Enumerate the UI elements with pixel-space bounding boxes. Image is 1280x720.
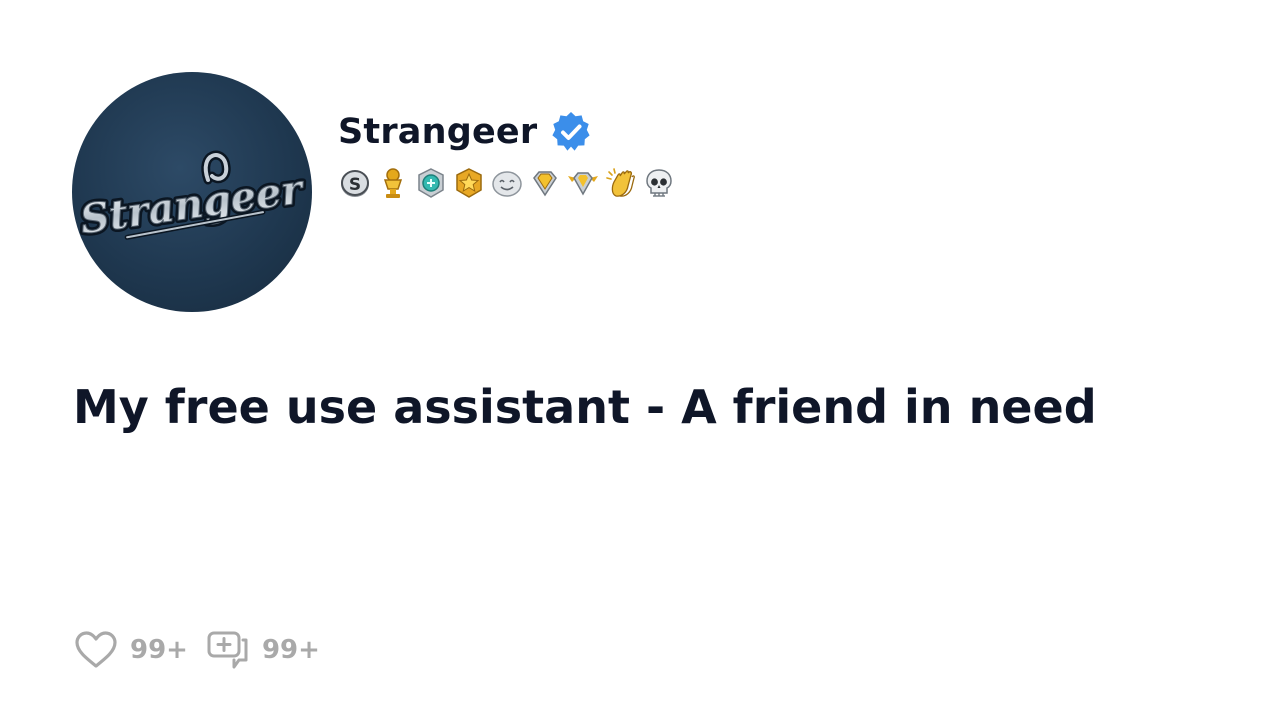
engagement-stats: 99+ 99+ bbox=[74, 628, 320, 672]
badge-row: S bbox=[338, 166, 676, 200]
skull-badge-icon[interactable] bbox=[642, 166, 676, 200]
clapping-hands-badge-icon[interactable] bbox=[604, 166, 638, 200]
s-coin-badge-icon[interactable]: S bbox=[338, 166, 372, 200]
post-title[interactable]: My free use assistant - A friend in need bbox=[73, 380, 1097, 434]
like-count: 99+ bbox=[130, 635, 188, 665]
name-row: Strangeer bbox=[338, 110, 676, 154]
comment-button[interactable]: 99+ bbox=[206, 628, 320, 672]
silver-smile-badge-icon[interactable] bbox=[490, 166, 524, 200]
comment-count: 99+ bbox=[261, 635, 320, 665]
comment-icon[interactable] bbox=[206, 628, 250, 672]
gold-trophy-badge-icon[interactable] bbox=[376, 166, 410, 200]
profile-header: Strangeer S bbox=[338, 110, 676, 200]
avatar[interactable]: Strangeer Strangeer bbox=[72, 72, 312, 312]
winged-diamond-badge-icon[interactable] bbox=[566, 166, 600, 200]
logo-text: Strangeer bbox=[77, 165, 308, 243]
strangeer-logo: Strangeer Strangeer bbox=[74, 150, 311, 246]
svg-text:S: S bbox=[349, 175, 361, 195]
like-button[interactable]: 99+ bbox=[74, 628, 188, 672]
verified-badge-icon bbox=[552, 112, 590, 151]
gold-star-badge-icon[interactable] bbox=[452, 166, 486, 200]
username[interactable]: Strangeer bbox=[338, 112, 537, 152]
gold-diamond-badge-icon[interactable] bbox=[528, 166, 562, 200]
heart-icon[interactable] bbox=[74, 628, 118, 672]
teal-gem-badge-icon[interactable] bbox=[414, 166, 448, 200]
